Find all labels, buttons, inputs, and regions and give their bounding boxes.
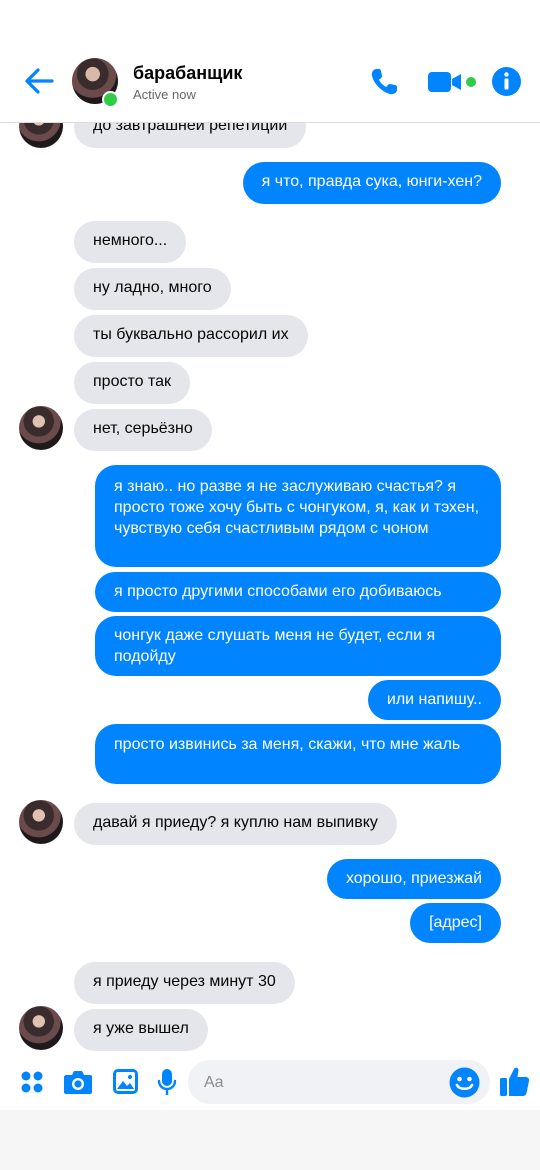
chat-header: барабанщик Active now [0, 0, 540, 123]
message-bubble-in[interactable]: немного... [74, 221, 187, 263]
camera-icon[interactable] [63, 1069, 93, 1095]
message-input[interactable] [202, 1060, 446, 1106]
contact-avatar-small [19, 1006, 63, 1050]
back-arrow-icon[interactable] [22, 64, 56, 98]
message-composer [0, 1052, 540, 1110]
system-navigation-area [0, 1110, 540, 1170]
message-bubble-out[interactable]: просто извинись за меня, скажи, что мне … [95, 724, 501, 784]
contact-avatar-small [19, 406, 63, 450]
message-bubble-in[interactable]: я приеду через минут 30 [74, 962, 295, 1004]
online-indicator [102, 91, 119, 108]
contact-name[interactable]: барабанщик [133, 63, 242, 84]
info-icon[interactable] [492, 67, 521, 96]
message-bubble-out[interactable]: чонгук даже слушать меня не будет, если … [95, 616, 501, 676]
menu-dots-icon[interactable] [20, 1070, 44, 1094]
message-bubble-in[interactable]: ты буквально рассорил их [74, 315, 308, 357]
message-bubble-out[interactable]: [адрес] [410, 903, 501, 943]
message-bubble-in[interactable]: просто так [74, 362, 190, 404]
message-bubble-out[interactable]: я знаю.. но разве я не заслуживаю счасть… [95, 465, 501, 567]
message-bubble-in[interactable]: ну ладно, много [74, 268, 231, 310]
microphone-icon[interactable] [157, 1068, 177, 1096]
phone-icon[interactable] [368, 66, 400, 98]
like-icon[interactable] [499, 1065, 530, 1097]
message-bubble-out[interactable]: я просто другими способами его добиваюсь [95, 572, 501, 612]
video-camera-icon[interactable] [428, 70, 464, 94]
message-bubble-out[interactable]: или напишу.. [367, 680, 501, 720]
message-bubble-out[interactable]: хорошо, приезжай [326, 859, 501, 899]
contact-status: Active now [133, 87, 196, 102]
message-input-field[interactable] [188, 1060, 490, 1106]
contact-avatar-small [19, 800, 63, 844]
message-bubble-in[interactable]: я уже вышел [74, 1009, 208, 1051]
message-bubble-in[interactable]: нет, серьёзно [74, 409, 212, 451]
emoji-icon[interactable] [449, 1067, 480, 1098]
message-list[interactable]: до завтрашней репетиции я что, правда су… [0, 0, 540, 1170]
video-active-dot [466, 77, 476, 87]
message-bubble-in[interactable]: давай я приеду? я куплю нам выпивку [74, 803, 397, 845]
gallery-icon[interactable] [112, 1068, 139, 1095]
message-bubble-out[interactable]: я что, правда сука, юнги-хен? [242, 162, 501, 204]
